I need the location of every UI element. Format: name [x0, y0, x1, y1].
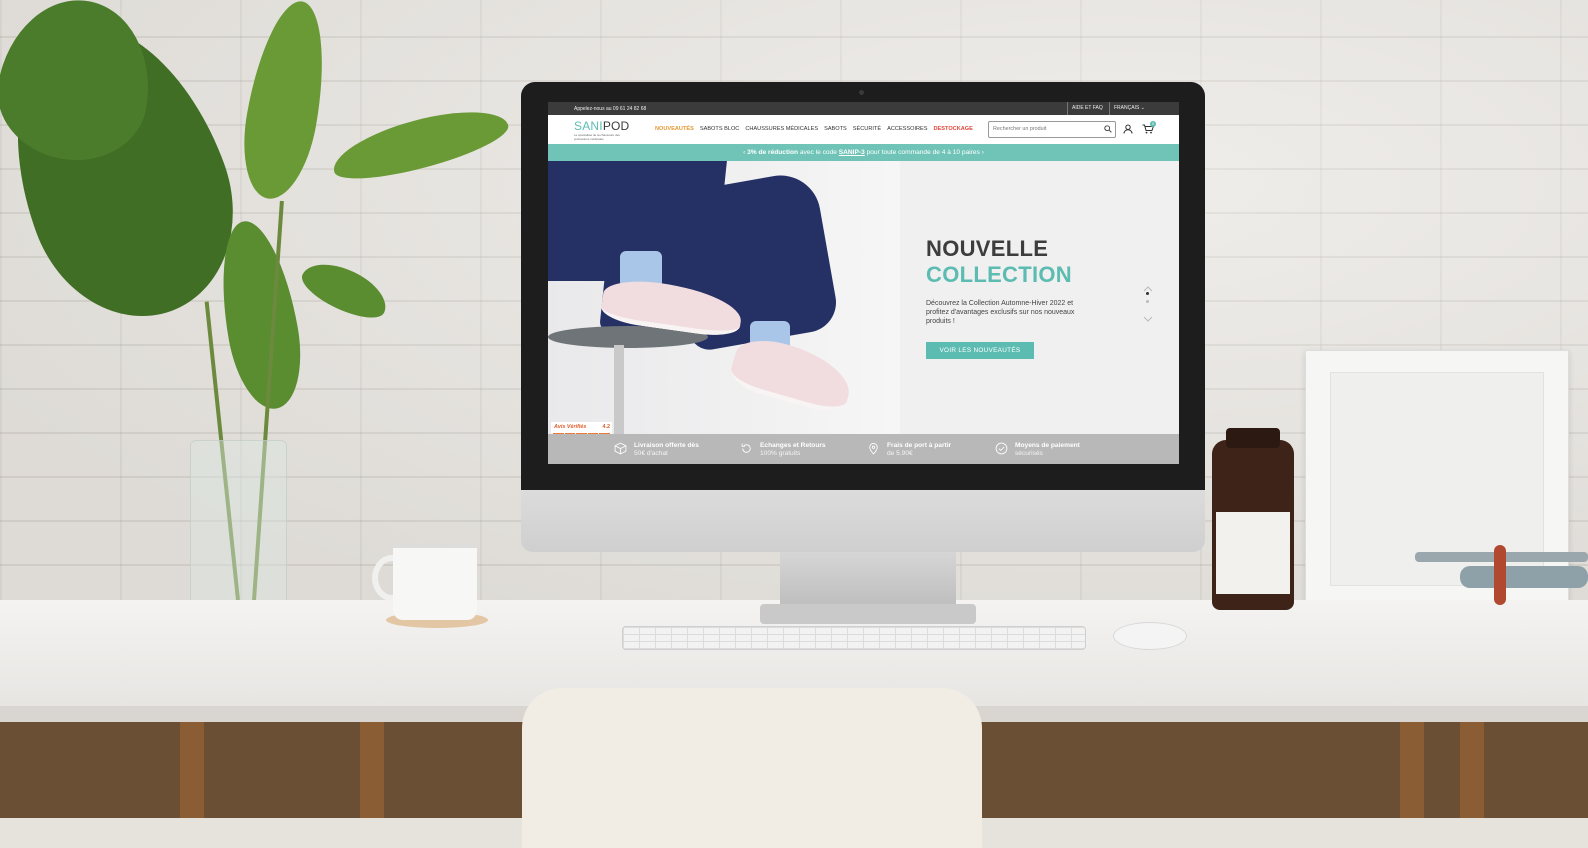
- search-input[interactable]: Rechercher un produit: [988, 121, 1116, 138]
- desk-leg: [1460, 722, 1484, 818]
- check-shield-icon: [995, 442, 1008, 455]
- imac-chin: [521, 488, 1205, 552]
- feature-title: Moyens de paiement: [1015, 442, 1080, 449]
- hero-banner: [548, 161, 1179, 434]
- site-header: SANIPOD Le spécialiste de la chaussure d…: [548, 115, 1179, 144]
- hero-photo: [548, 161, 900, 434]
- nav-item-securite[interactable]: SÉCURITÉ: [853, 126, 881, 132]
- bottle-label: [1216, 512, 1290, 594]
- feature-title: Echanges et Retours: [760, 442, 826, 449]
- nav-item-destockage[interactable]: DESTOCKAGE: [934, 126, 973, 132]
- features-bar: Livraison offerte dès 50€ d'achat Echang…: [548, 434, 1179, 464]
- main-nav: NOUVEAUTÉS SABOTS BLOC CHAUSSURES MÉDICALE…: [655, 126, 979, 132]
- nav-item-accessoires[interactable]: ACCESSOIRES: [887, 126, 927, 132]
- feature-subtitle: de 5.90€: [887, 450, 913, 457]
- model-plane-propeller: [1494, 545, 1506, 605]
- logo-part-pod: POD: [602, 119, 630, 133]
- see-new-arrivals-button[interactable]: VOIR LES NOUVEAUTÉS: [926, 342, 1034, 359]
- chevron-left-icon[interactable]: ‹: [743, 149, 745, 156]
- nav-item-sabots[interactable]: SABOTS: [824, 126, 847, 132]
- promo-discount: 3% de réduction: [747, 149, 799, 156]
- carousel-up-icon[interactable]: [1143, 279, 1153, 292]
- return-icon: [741, 443, 751, 453]
- promo-middle-text: avec le code: [798, 149, 839, 156]
- promo-banner[interactable]: ‹ 3% de réduction avec le code SANIP-3 p…: [548, 144, 1179, 161]
- logo-wordmark: SANIPOD: [574, 119, 632, 133]
- desk-leg: [1400, 722, 1424, 818]
- chair: [522, 688, 982, 848]
- feature-title: Frais de port à partir: [887, 442, 952, 449]
- feature-shipping-cost: Frais de port à partir de 5.90€: [869, 442, 952, 458]
- keyboard: [622, 626, 1086, 650]
- stool-pole: [614, 345, 624, 434]
- model-plane-body: [1460, 566, 1588, 588]
- top-bar: Appelez-nous au 09 61 24 82 68 AIDE ET F…: [548, 102, 1179, 115]
- review-brand: Avis Vérifiés: [554, 424, 587, 430]
- user-account-icon[interactable]: [1123, 124, 1133, 134]
- language-selector[interactable]: FRANÇAIS ⌄: [1109, 102, 1149, 115]
- chevron-down-icon: ⌄: [1140, 105, 1145, 111]
- promo-suffix-text: pour toute commande de 4 à 10 paires: [864, 149, 980, 156]
- feature-subtitle: 50€ d'achat: [634, 450, 668, 457]
- feature-secure-payment: Moyens de paiement sécurisés: [995, 442, 1080, 458]
- desk-leg: [360, 722, 384, 818]
- carousel-down-icon[interactable]: [1143, 309, 1153, 322]
- cart-count-badge: 0: [1150, 121, 1156, 127]
- imac-camera: [859, 90, 864, 95]
- help-faq-link[interactable]: AIDE ET FAQ: [1067, 102, 1107, 115]
- carousel-dot[interactable]: [1146, 300, 1149, 303]
- carousel-dot-active[interactable]: [1146, 292, 1149, 295]
- search-icon[interactable]: [1104, 125, 1112, 133]
- feature-subtitle: 100% gratuits: [760, 450, 801, 457]
- phone-number[interactable]: Appelez-nous au 09 61 24 82 68: [574, 106, 646, 112]
- nav-item-sabots-bloc[interactable]: SABOTS BLOC: [700, 126, 739, 132]
- nav-item-nouveautes[interactable]: NOUVEAUTÉS: [655, 126, 694, 132]
- mouse: [1113, 622, 1187, 650]
- hero-text-panel: [900, 161, 1179, 434]
- box-icon: [614, 442, 627, 455]
- imac-stand-foot: [760, 604, 976, 624]
- desk-leg: [180, 722, 204, 818]
- feature-free-returns: Echanges et Retours 100% gratuits: [741, 442, 826, 458]
- website-screen: Appelez-nous au 09 61 24 82 68 AIDE ET F…: [548, 102, 1179, 464]
- promo-code: SANIP-3: [838, 149, 865, 156]
- hero-description: Découvrez la Collection Automne-Hiver 20…: [926, 300, 1075, 325]
- logo-part-sani: SANI: [574, 119, 603, 133]
- site-logo[interactable]: SANIPOD Le spécialiste de la chaussure d…: [574, 119, 632, 141]
- hero-title-line2: COLLECTION: [926, 262, 1072, 287]
- bottle-cap: [1226, 428, 1280, 448]
- glass-vase: [190, 440, 287, 612]
- nav-item-chaussures-medicales[interactable]: CHAUSSURES MÉDICALES: [745, 126, 818, 132]
- hero-title-line1: NOUVELLE: [926, 236, 1049, 261]
- feature-subtitle: sécurisés: [1015, 450, 1043, 457]
- logo-tagline: Le spécialiste de la chaussure des profe…: [574, 133, 620, 141]
- coffee-mug: [393, 545, 477, 620]
- review-score: 4.2: [602, 424, 611, 430]
- feature-free-delivery: Livraison offerte dès 50€ d'achat: [614, 442, 699, 458]
- location-icon: [869, 442, 878, 455]
- feature-title: Livraison offerte dès: [634, 442, 699, 449]
- search-placeholder: Rechercher un produit: [993, 126, 1047, 132]
- language-label: FRANÇAIS: [1114, 105, 1140, 111]
- chevron-right-icon[interactable]: ›: [982, 149, 984, 156]
- imac-stand: [780, 552, 956, 608]
